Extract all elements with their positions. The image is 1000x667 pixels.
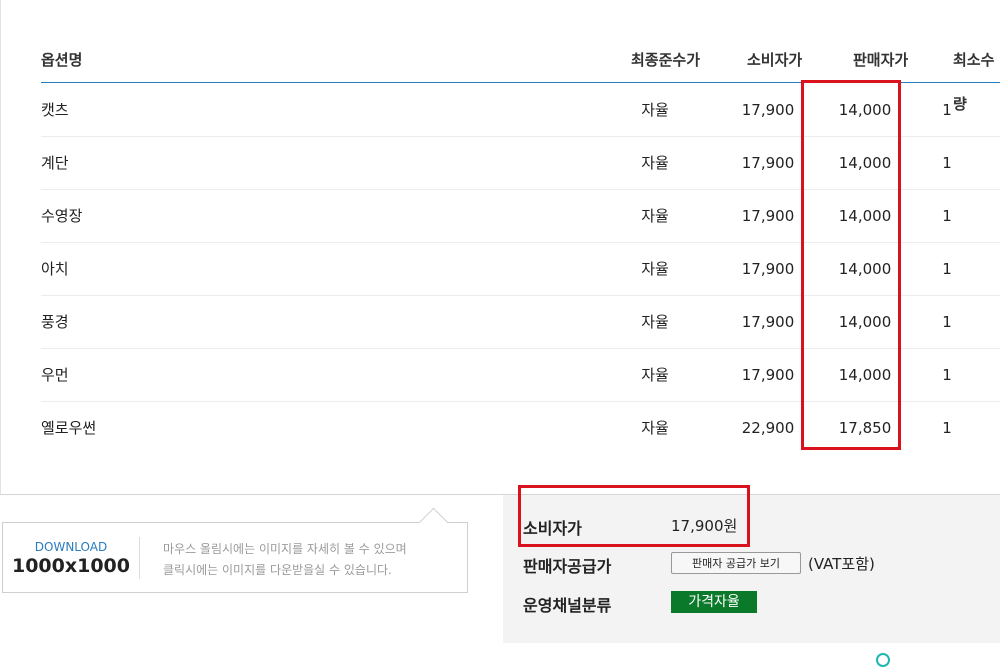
min-qty: 1 xyxy=(942,419,952,437)
divider xyxy=(139,537,140,579)
download-size: 1000x1000 xyxy=(11,555,131,577)
header-consumer-price: 소비자가 xyxy=(747,51,803,69)
download-help-text: 마우스 올림시에는 이미지를 자세히 볼 수 있으며 클릭시에는 이미지를 다운… xyxy=(163,539,407,581)
option-name: 풍경 xyxy=(41,313,69,331)
final-price: 자율 xyxy=(641,207,669,225)
option-name: 계단 xyxy=(41,154,69,172)
final-price: 자율 xyxy=(641,154,669,172)
header-sale-price: 판매자가 xyxy=(853,51,909,69)
option-name: 옐로우썬 xyxy=(41,419,97,437)
download-label: DOWNLOAD xyxy=(34,540,108,554)
consumer-price-highlight xyxy=(518,485,750,547)
channel-badge: 가격자율 xyxy=(671,591,757,613)
option-name: 캣츠 xyxy=(41,101,69,119)
supply-price-label: 판매자공급가 xyxy=(523,557,612,576)
option-name: 아치 xyxy=(41,260,69,278)
final-price: 자율 xyxy=(641,313,669,331)
final-price: 자율 xyxy=(641,101,669,119)
header-final-price: 최종준수가 xyxy=(631,51,701,69)
circle-icon xyxy=(876,653,890,667)
header-option-name: 옵션명 xyxy=(41,51,83,69)
final-price: 자율 xyxy=(641,260,669,278)
download-tooltip[interactable]: DOWNLOAD 1000x1000 마우스 올림시에는 이미지를 자세히 볼 … xyxy=(2,507,468,593)
min-qty: 1 xyxy=(942,154,952,172)
final-price: 자율 xyxy=(641,366,669,384)
channel-label: 운영채널분류 xyxy=(523,596,612,615)
option-name: 우먼 xyxy=(41,366,69,384)
final-price: 자율 xyxy=(641,419,669,437)
min-qty: 1 xyxy=(942,366,952,384)
vat-note: (VAT포함) xyxy=(808,555,875,573)
min-qty: 1 xyxy=(942,313,952,331)
help-line: 마우스 올림시에는 이미지를 자세히 볼 수 있으며 xyxy=(163,542,407,556)
min-qty: 1 xyxy=(942,260,952,278)
option-name: 수영장 xyxy=(41,207,83,225)
help-line: 클릭시에는 이미지를 다운받을실 수 있습니다. xyxy=(163,563,392,577)
tooltip-pointer xyxy=(418,507,449,538)
min-qty: 1 xyxy=(942,207,952,225)
download-size-block: DOWNLOAD 1000x1000 xyxy=(3,523,139,592)
view-supply-price-button[interactable]: 판매자 공급가 보기 xyxy=(671,552,801,574)
table-header: 옵션명 최종준수가 소비자가 판매자가 최소수량 xyxy=(41,38,1000,113)
min-qty: 1 xyxy=(942,101,952,119)
sale-price-highlight xyxy=(801,80,901,450)
